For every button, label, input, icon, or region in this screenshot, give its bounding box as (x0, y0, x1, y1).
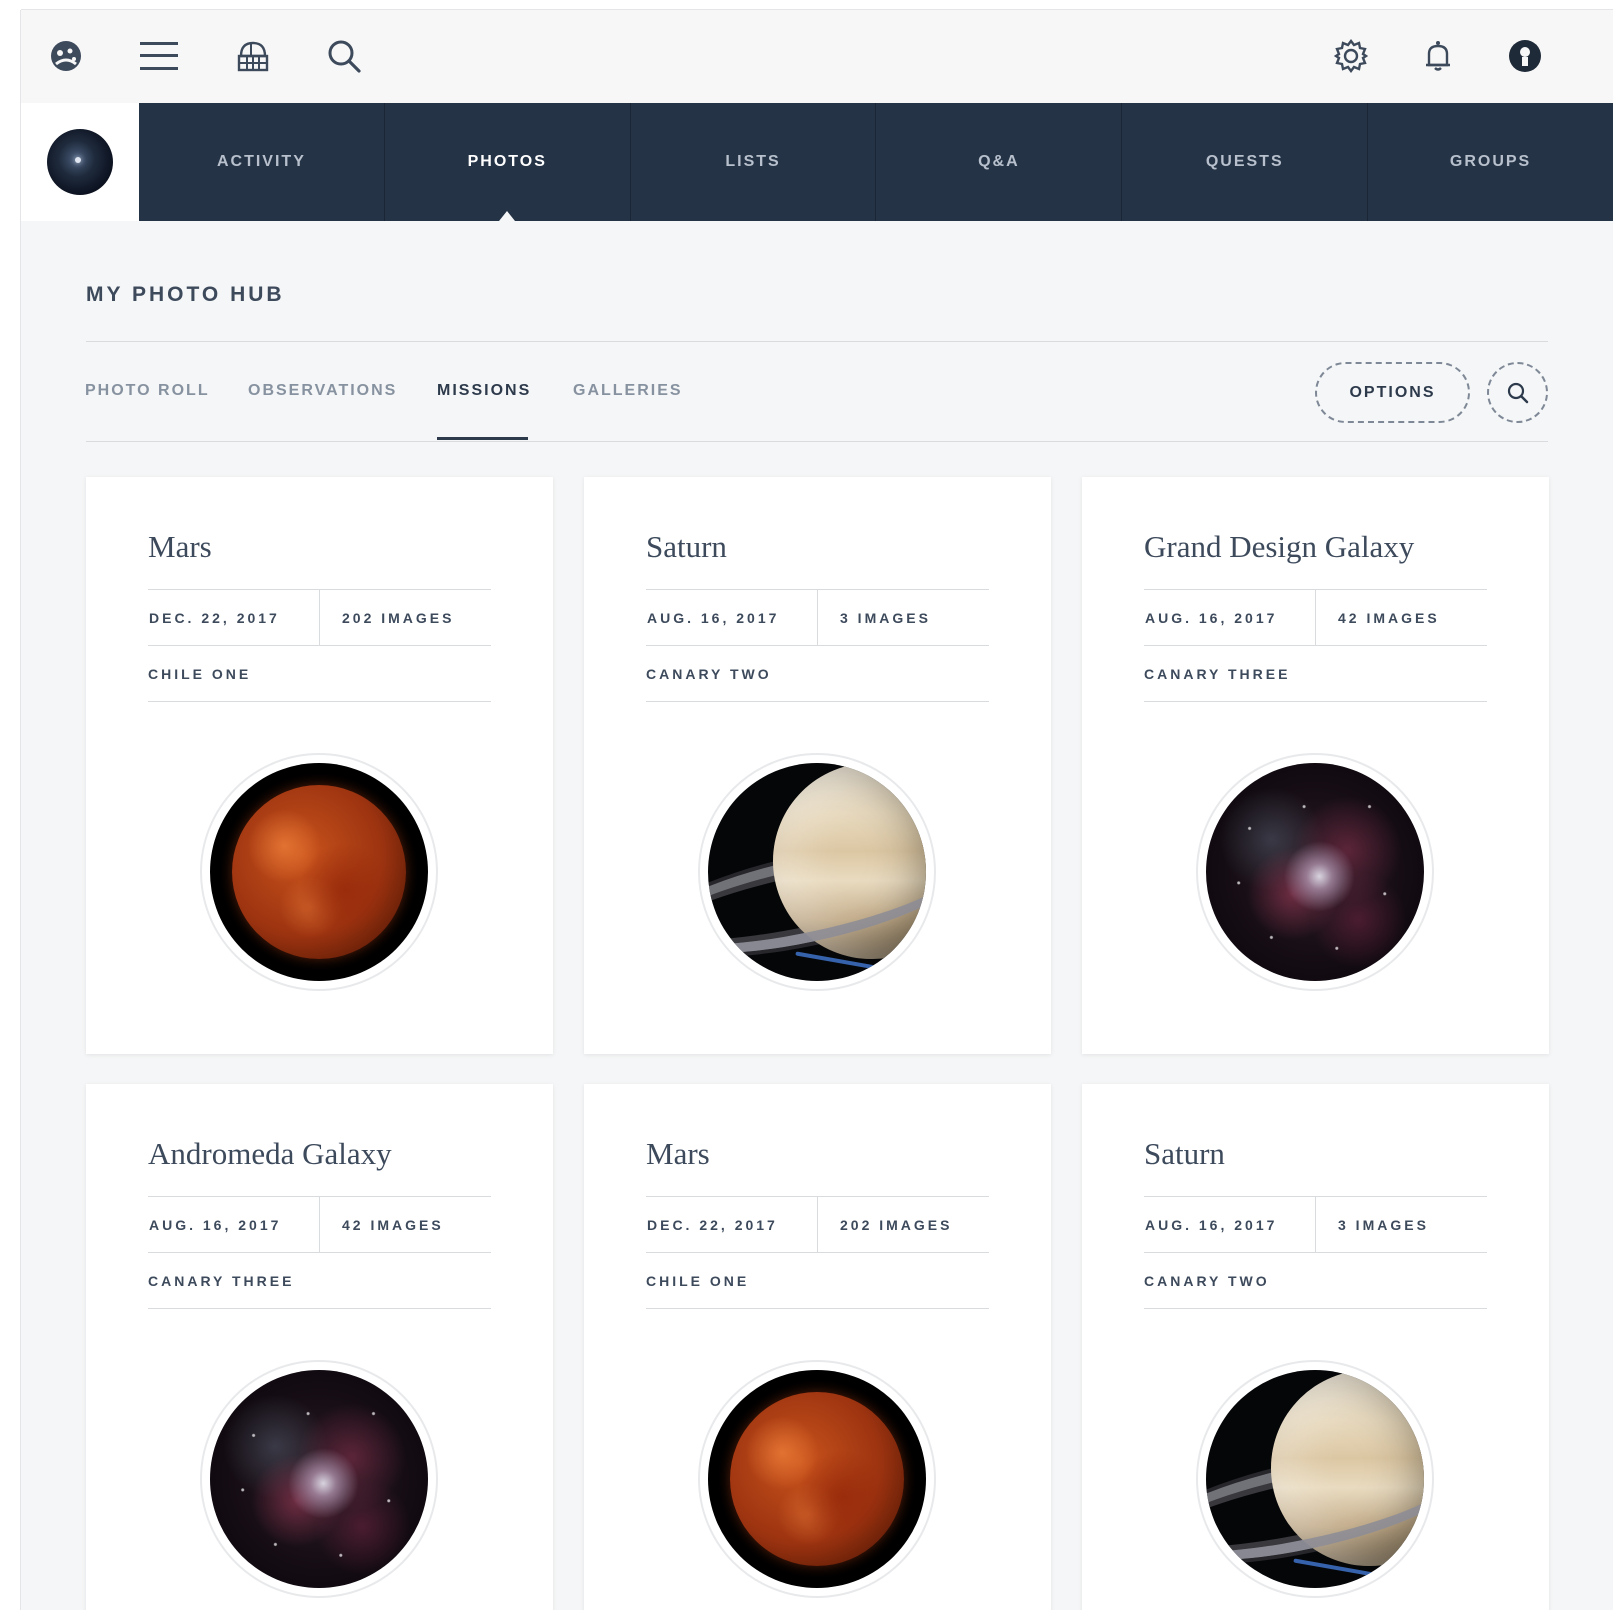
mission-image-count: 42 IMAGES (1338, 609, 1440, 626)
observatory-icon[interactable] (231, 34, 275, 78)
mission-title: Grand Design Galaxy (1144, 529, 1415, 564)
mission-telescope: CHILE ONE (148, 646, 491, 702)
galaxy-thumbnail (210, 1370, 428, 1588)
mission-card[interactable]: Mars DEC. 22, 2017 202 IMAGES CHILE ONE (86, 477, 553, 1054)
hub-search-button[interactable] (1487, 362, 1548, 423)
mission-title: Mars (148, 529, 212, 564)
bell-icon[interactable] (1416, 34, 1460, 78)
nav-tab-photos[interactable]: PHOTOS (385, 103, 631, 221)
mission-image-count: 3 IMAGES (1338, 1216, 1429, 1233)
meta-row: DEC. 22, 2017 202 IMAGES (148, 590, 491, 646)
divider (86, 341, 1548, 342)
saturn-thumbnail (708, 763, 926, 981)
mission-card[interactable]: Saturn AUG. 16, 2017 3 IMAGES CANARY TWO (584, 477, 1051, 1054)
menu-icon[interactable] (137, 34, 181, 78)
user-icon[interactable] (1503, 34, 1547, 78)
mars-thumbnail (210, 763, 428, 981)
search-icon (1507, 382, 1528, 403)
subtab-missions[interactable]: MISSIONS (437, 382, 531, 400)
mission-telescope: CANARY THREE (148, 1253, 491, 1309)
profile-avatar[interactable] (47, 129, 113, 195)
meta-row: DEC. 22, 2017 202 IMAGES (646, 1197, 989, 1253)
mission-date: DEC. 22, 2017 (148, 590, 320, 645)
mission-date: AUG. 16, 2017 (148, 1197, 320, 1252)
nav-tab-lists[interactable]: LISTS (631, 103, 877, 221)
options-button[interactable]: OPTIONS (1315, 362, 1470, 423)
top-bar (21, 10, 1613, 103)
mission-image-count: 42 IMAGES (342, 1216, 444, 1233)
mission-title: Mars (646, 1136, 710, 1171)
mission-meta: AUG. 16, 2017 42 IMAGES CANARY THREE (1144, 589, 1487, 702)
meta-row: AUG. 16, 2017 3 IMAGES (646, 590, 989, 646)
mission-card[interactable]: Saturn AUG. 16, 2017 3 IMAGES CANARY TWO (1082, 1084, 1549, 1610)
mission-card[interactable]: Grand Design Galaxy AUG. 16, 2017 42 IMAGE… (1082, 477, 1549, 1054)
mission-thumbnail[interactable] (1196, 753, 1434, 991)
mission-thumbnail[interactable] (200, 1360, 438, 1598)
mission-title: Saturn (646, 529, 727, 564)
mission-meta: AUG. 16, 2017 3 IMAGES CANARY TWO (1144, 1196, 1487, 1309)
mission-thumbnail[interactable] (1196, 1360, 1434, 1598)
meta-row: AUG. 16, 2017 42 IMAGES (1144, 590, 1487, 646)
mission-telescope: CANARY TWO (1144, 1253, 1487, 1309)
nav-tab-groups[interactable]: GROUPS (1368, 103, 1613, 221)
nav-tab-qa[interactable]: Q&A (876, 103, 1123, 221)
mission-title: Saturn (1144, 1136, 1225, 1171)
galaxy-thumbnail (1206, 763, 1424, 981)
mission-meta: DEC. 22, 2017 202 IMAGES CHILE ONE (646, 1196, 989, 1309)
mars-planet (729, 1391, 905, 1567)
mission-date: AUG. 16, 2017 (1144, 590, 1316, 645)
app-frame: ACTIVITY PHOTOS LISTS Q&A QUESTS GROUPS … (21, 10, 1613, 1610)
mission-thumbnail[interactable] (698, 1360, 936, 1598)
mission-meta: DEC. 22, 2017 202 IMAGES CHILE ONE (148, 589, 491, 702)
mission-card[interactable]: Andromeda Galaxy AUG. 16, 2017 42 IMAGES CA… (86, 1084, 553, 1610)
active-subtab-indicator (437, 437, 528, 440)
subtab-galleries[interactable]: GALLERIES (573, 382, 683, 400)
nav-tab-quests[interactable]: QUESTS (1122, 103, 1369, 221)
nav-avatar-cell (21, 103, 139, 221)
meta-row: AUG. 16, 2017 42 IMAGES (148, 1197, 491, 1253)
gear-icon[interactable] (1329, 34, 1373, 78)
mission-date: AUG. 16, 2017 (646, 590, 818, 645)
mission-date: AUG. 16, 2017 (1144, 1197, 1316, 1252)
page-title: MY PHOTO HUB (86, 283, 285, 306)
mission-telescope: CANARY THREE (1144, 646, 1487, 702)
nav-tab-activity[interactable]: ACTIVITY (139, 103, 385, 221)
mission-image-count: 202 IMAGES (342, 609, 455, 626)
mission-meta: AUG. 16, 2017 42 IMAGES CANARY THREE (148, 1196, 491, 1309)
divider (86, 441, 1548, 442)
mars-thumbnail (708, 1370, 926, 1588)
mission-image-count: 202 IMAGES (840, 1216, 953, 1233)
mission-image-count: 3 IMAGES (840, 609, 931, 626)
main-nav: ACTIVITY PHOTOS LISTS Q&A QUESTS GROUPS (21, 103, 1613, 221)
mars-planet (231, 784, 407, 960)
meta-row: AUG. 16, 2017 3 IMAGES (1144, 1197, 1487, 1253)
mission-telescope: CHILE ONE (646, 1253, 989, 1309)
search-icon[interactable] (322, 34, 366, 78)
mission-thumbnail[interactable] (698, 753, 936, 991)
nav-tabs: ACTIVITY PHOTOS LISTS Q&A QUESTS GROUPS (139, 103, 1613, 221)
mission-thumbnail[interactable] (200, 753, 438, 991)
mission-card[interactable]: Mars DEC. 22, 2017 202 IMAGES CHILE ONE (584, 1084, 1051, 1610)
mission-telescope: CANARY TWO (646, 646, 989, 702)
subtab-photo-roll[interactable]: PHOTO ROLL (85, 382, 210, 400)
subtab-observations[interactable]: OBSERVATIONS (248, 382, 397, 400)
saturn-thumbnail (1206, 1370, 1424, 1588)
mission-date: DEC. 22, 2017 (646, 1197, 818, 1252)
logo-icon[interactable] (44, 34, 88, 78)
mission-title: Andromeda Galaxy (148, 1136, 392, 1171)
mission-meta: AUG. 16, 2017 3 IMAGES CANARY TWO (646, 589, 989, 702)
